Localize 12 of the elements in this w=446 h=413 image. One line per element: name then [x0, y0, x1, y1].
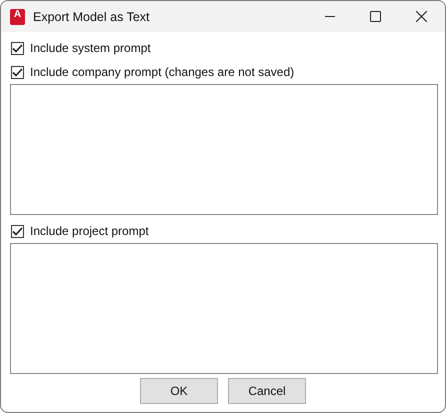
app-logo: A — [10, 8, 25, 24]
window-title: Export Model as Text — [33, 10, 150, 24]
maximize-icon[interactable] — [370, 11, 381, 22]
checkbox-label: Include system prompt — [30, 41, 151, 55]
checkbox[interactable] — [11, 66, 24, 78]
checkbox[interactable] — [11, 224, 24, 238]
checkbox-label: Include project prompt — [30, 224, 149, 238]
checkbox[interactable] — [11, 42, 24, 54]
dialog-button[interactable]: OK — [140, 378, 218, 404]
close-icon[interactable] — [416, 11, 427, 22]
checkbox-label: Include company prompt (changes are not saved) — [30, 65, 294, 79]
dialog-button[interactable]: Cancel — [228, 378, 306, 404]
